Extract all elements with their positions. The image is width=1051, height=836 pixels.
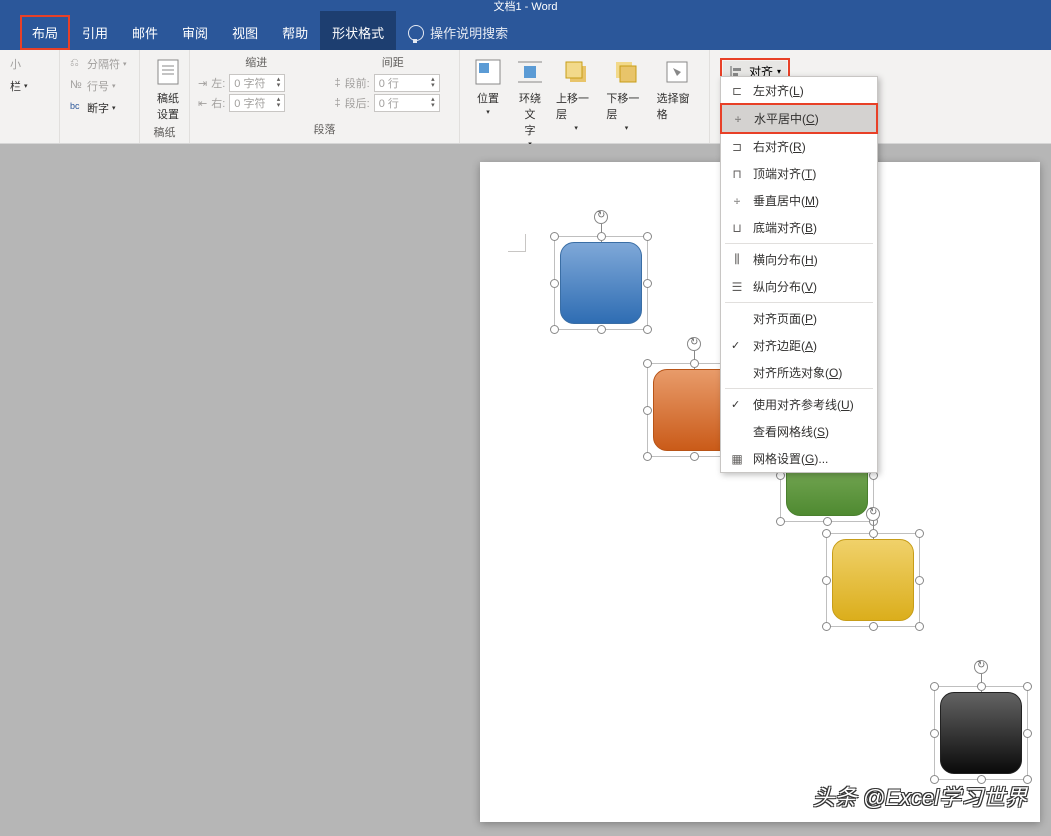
menu-align-center-h[interactable]: ⧾水平居中(C) bbox=[720, 103, 878, 134]
watermark: 头条 @Excel学习世界 bbox=[813, 780, 1027, 812]
indent-left-row[interactable]: ⇥左:0 字符▴▾ bbox=[198, 74, 315, 92]
bring-forward-icon bbox=[560, 56, 592, 88]
wrap-text-icon bbox=[514, 56, 546, 88]
line-numbers-icon: № bbox=[70, 79, 84, 93]
menu-align-top[interactable]: ⊓顶端对齐(T) bbox=[721, 160, 877, 187]
menu-grid-settings[interactable]: ▦网格设置(G)... bbox=[721, 445, 877, 472]
breaks-icon: ⎌ bbox=[70, 57, 84, 71]
line-numbers-button[interactable]: №行号▾ bbox=[68, 76, 129, 96]
align-top-icon: ⊓ bbox=[729, 166, 745, 182]
menu-align-left[interactable]: ⊏左对齐(L) bbox=[721, 77, 877, 104]
align-right-icon: ⊐ bbox=[729, 139, 745, 155]
selection-pane-icon bbox=[661, 56, 693, 88]
menu-align-center-v[interactable]: ⧾垂直居中(M) bbox=[721, 187, 877, 214]
bring-forward-button[interactable]: 上移一层▾ bbox=[552, 54, 600, 134]
menu-separator bbox=[725, 388, 873, 389]
rotate-handle[interactable] bbox=[594, 210, 608, 224]
spacing-before-row[interactable]: ‡段前:0 行▴▾ bbox=[335, 74, 452, 92]
title-bar: 文档1 - Word bbox=[0, 0, 1051, 12]
menu-use-guides[interactable]: ✓使用对齐参考线(U) bbox=[721, 391, 877, 418]
columns-button[interactable]: 栏▾ bbox=[8, 76, 30, 96]
tab-layout[interactable]: 布局 bbox=[20, 15, 70, 50]
ribbon: 小 栏▾ ⎌分隔符▾ №行号▾ bc断字▾ 稿纸 设置 稿纸 缩进 bbox=[0, 50, 1051, 144]
margin-marker bbox=[508, 234, 526, 252]
menu-align-right[interactable]: ⊐右对齐(R) bbox=[721, 133, 877, 160]
manuscript-label: 稿纸 设置 bbox=[157, 90, 179, 122]
position-button[interactable]: 位置▾ bbox=[468, 54, 508, 118]
document-canvas: 头条 @Excel学习世界 bbox=[0, 144, 1051, 836]
selection-pane-button[interactable]: 选择窗格 bbox=[653, 54, 701, 124]
shape-black[interactable] bbox=[940, 692, 1022, 774]
manuscript-icon bbox=[152, 56, 184, 88]
tab-mailings[interactable]: 邮件 bbox=[120, 15, 170, 50]
chevron-down-icon: ▾ bbox=[777, 67, 781, 76]
menu-view-grid[interactable]: 查看网格线(S) bbox=[721, 418, 877, 445]
menu-separator bbox=[725, 302, 873, 303]
ribbon-tabs: 布局 引用 邮件 审阅 视图 帮助 形状格式 操作说明搜索 bbox=[0, 12, 1051, 50]
indent-right-row[interactable]: ⇤右:0 字符▴▾ bbox=[198, 94, 315, 112]
menu-separator bbox=[725, 243, 873, 244]
group-manuscript-label: 稿纸 bbox=[148, 124, 181, 142]
align-dropdown-menu: ⊏左对齐(L) ⧾水平居中(C) ⊐右对齐(R) ⊓顶端对齐(T) ⧾垂直居中(… bbox=[720, 76, 878, 473]
spacing-after-row[interactable]: ‡段后:0 行▴▾ bbox=[335, 94, 452, 112]
group-paragraph-label: 段落 bbox=[198, 121, 451, 139]
hyphenation-icon: bc bbox=[70, 101, 84, 115]
distribute-v-icon: ☰ bbox=[729, 279, 745, 295]
group-label bbox=[8, 137, 51, 139]
check-icon: ✓ bbox=[731, 339, 740, 352]
tab-references[interactable]: 引用 bbox=[70, 15, 120, 50]
tab-review[interactable]: 审阅 bbox=[170, 15, 220, 50]
align-center-h-icon: ⧾ bbox=[730, 111, 746, 127]
send-backward-button[interactable]: 下移一层▾ bbox=[602, 54, 650, 134]
menu-align-page[interactable]: 对齐页面(P) bbox=[721, 305, 877, 332]
spacing-header: 间距 bbox=[335, 54, 452, 72]
menu-distribute-v[interactable]: ☰纵向分布(V) bbox=[721, 273, 877, 300]
rotate-handle[interactable] bbox=[687, 337, 701, 351]
breaks-button[interactable]: ⎌分隔符▾ bbox=[68, 54, 129, 74]
menu-distribute-h[interactable]: ⫼横向分布(H) bbox=[721, 246, 877, 273]
align-bottom-icon: ⊔ bbox=[729, 220, 745, 236]
size-button[interactable]: 小 bbox=[8, 54, 30, 74]
wrap-text-button[interactable]: 环绕文 字▾ bbox=[510, 54, 550, 150]
manuscript-settings-button[interactable]: 稿纸 设置 bbox=[148, 54, 188, 124]
check-icon: ✓ bbox=[731, 398, 740, 411]
bulb-icon bbox=[408, 25, 424, 41]
hyphenation-button[interactable]: bc断字▾ bbox=[68, 98, 129, 118]
tell-me-search[interactable]: 操作说明搜索 bbox=[396, 15, 520, 50]
grid-icon: ▦ bbox=[729, 451, 745, 467]
rotate-handle[interactable] bbox=[866, 507, 880, 521]
group-label bbox=[68, 137, 131, 139]
tab-view[interactable]: 视图 bbox=[220, 15, 270, 50]
send-backward-icon bbox=[610, 56, 642, 88]
indent-header: 缩进 bbox=[198, 54, 315, 72]
menu-align-selected[interactable]: 对齐所选对象(O) bbox=[721, 359, 877, 386]
tab-shape-format[interactable]: 形状格式 bbox=[320, 11, 396, 50]
shape-yellow[interactable] bbox=[832, 539, 914, 621]
tell-me-label: 操作说明搜索 bbox=[430, 23, 508, 42]
distribute-h-icon: ⫼ bbox=[729, 252, 745, 268]
tab-help[interactable]: 帮助 bbox=[270, 15, 320, 50]
shape-blue[interactable] bbox=[560, 242, 642, 324]
align-center-v-icon: ⧾ bbox=[729, 193, 745, 209]
menu-align-bottom[interactable]: ⊔底端对齐(B) bbox=[721, 214, 877, 241]
align-left-icon: ⊏ bbox=[729, 83, 745, 99]
position-icon bbox=[472, 56, 504, 88]
menu-align-margin[interactable]: ✓对齐边距(A) bbox=[721, 332, 877, 359]
rotate-handle[interactable] bbox=[974, 660, 988, 674]
